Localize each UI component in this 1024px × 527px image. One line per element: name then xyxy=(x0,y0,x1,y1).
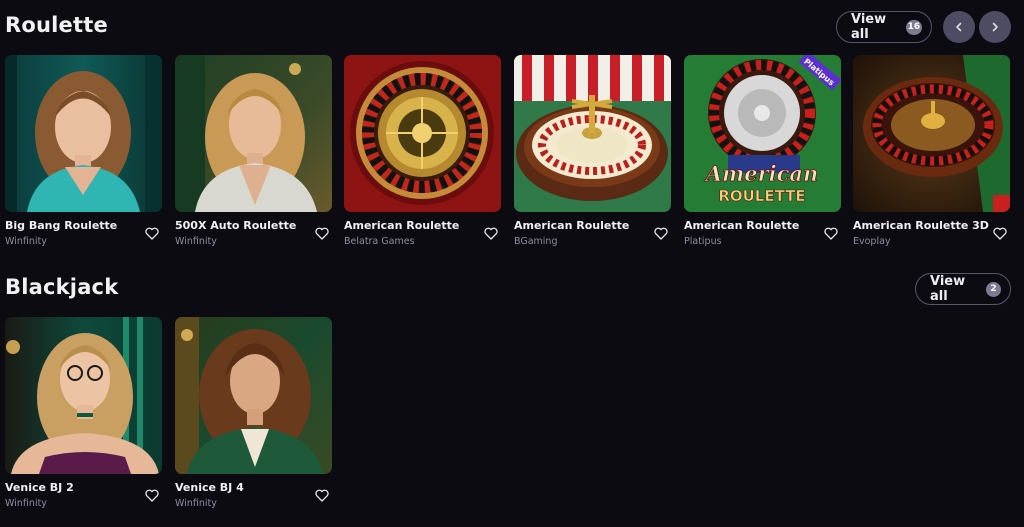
game-title[interactable]: American Roulette 3D xyxy=(853,219,989,232)
heart-icon[interactable] xyxy=(315,227,329,240)
heart-icon[interactable] xyxy=(824,227,838,240)
blackjack-section-title: Blackjack xyxy=(5,275,119,299)
count-badge: 16 xyxy=(905,19,922,35)
game-provider: Platipus xyxy=(684,236,722,247)
roulette-section-title: Roulette xyxy=(5,13,108,37)
game-title[interactable]: 500X Auto Roulette xyxy=(175,219,296,232)
game-thumbnail[interactable] xyxy=(175,317,332,474)
game-card[interactable]: Venice BJ 4 Winfinity xyxy=(175,317,332,509)
game-card[interactable]: American Roulette 3D Evoplay xyxy=(853,55,1010,247)
view-all-label: View all xyxy=(851,12,887,42)
game-card[interactable]: American Roulette BGaming xyxy=(514,55,671,247)
game-provider: Winfinity xyxy=(175,498,217,509)
count-badge: 2 xyxy=(986,281,1001,297)
heart-icon[interactable] xyxy=(484,227,498,240)
game-thumbnail[interactable]: American ROULETTE Platipus xyxy=(684,55,841,212)
game-thumbnail[interactable] xyxy=(344,55,501,212)
heart-icon[interactable] xyxy=(145,489,159,502)
game-provider: Evoplay xyxy=(853,236,891,247)
game-title[interactable]: American Roulette xyxy=(684,219,799,232)
carousel-next-button[interactable] xyxy=(979,11,1011,43)
game-card[interactable]: 500X Auto Roulette Winfinity xyxy=(175,55,332,247)
thumb-logo-text: American xyxy=(704,161,819,186)
game-provider: Winfinity xyxy=(5,498,47,509)
game-title[interactable]: American Roulette xyxy=(514,219,629,232)
game-provider: Winfinity xyxy=(175,236,217,247)
heart-icon[interactable] xyxy=(315,489,329,502)
game-thumbnail[interactable] xyxy=(853,55,1010,212)
game-card[interactable]: American ROULETTE Platipus American Roul… xyxy=(684,55,841,247)
roulette-view-all-button[interactable]: View all 16 xyxy=(836,11,932,43)
game-title[interactable]: Venice BJ 4 xyxy=(175,481,244,494)
view-all-label: View all xyxy=(930,274,966,304)
game-thumbnail[interactable] xyxy=(5,55,162,212)
game-title[interactable]: Big Bang Roulette xyxy=(5,219,117,232)
game-title[interactable]: Venice BJ 2 xyxy=(5,481,74,494)
chevron-right-icon xyxy=(992,22,998,32)
game-thumbnail[interactable] xyxy=(175,55,332,212)
chevron-left-icon xyxy=(956,22,962,32)
heart-icon[interactable] xyxy=(993,227,1007,240)
game-thumbnail[interactable] xyxy=(514,55,671,212)
game-title[interactable]: American Roulette xyxy=(344,219,459,232)
game-provider: Belatra Games xyxy=(344,236,415,247)
heart-icon[interactable] xyxy=(654,227,668,240)
game-card[interactable]: American Roulette Belatra Games xyxy=(344,55,501,247)
carousel-prev-button[interactable] xyxy=(943,11,975,43)
game-card[interactable]: Venice BJ 2 Winfinity xyxy=(5,317,162,509)
game-thumbnail[interactable] xyxy=(5,317,162,474)
heart-icon[interactable] xyxy=(145,227,159,240)
game-provider: BGaming xyxy=(514,236,558,247)
blackjack-view-all-button[interactable]: View all 2 xyxy=(915,273,1011,305)
game-provider: Winfinity xyxy=(5,236,47,247)
game-card[interactable]: Big Bang Roulette Winfinity xyxy=(5,55,162,247)
thumb-logo-text-2: ROULETTE xyxy=(718,187,805,205)
